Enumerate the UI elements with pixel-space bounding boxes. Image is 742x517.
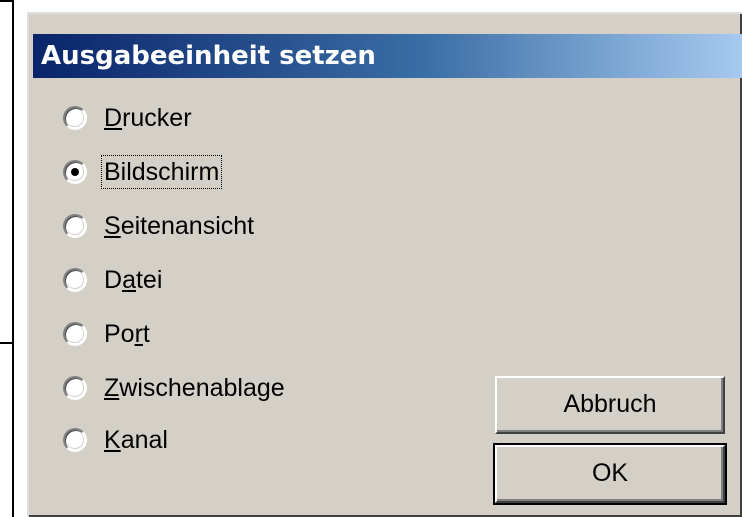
option-label[interactable]: Bildschirm [100, 155, 223, 189]
label-part: t [142, 320, 150, 348]
label-mnemonic: K [104, 426, 121, 454]
background-window-border-right [12, 0, 14, 517]
screen: Ausgabeeinheit setzen Drucker Bildschirm… [0, 0, 742, 517]
label-part: eitenansicht [120, 212, 255, 240]
dialog-title-bar[interactable]: Ausgabeeinheit setzen [33, 34, 742, 78]
radio-button[interactable] [63, 428, 87, 452]
label-part: Bildschirm [104, 158, 220, 186]
option-label[interactable]: Datei [102, 264, 164, 296]
label-part: rucker [122, 104, 192, 132]
label-part: anal [120, 426, 168, 454]
option-label[interactable]: Kanal [102, 424, 170, 456]
option-label[interactable]: Port [102, 318, 152, 350]
option-zwischenablage[interactable]: Zwischenablage [63, 368, 287, 408]
option-kanal[interactable]: Kanal [63, 420, 170, 460]
option-port[interactable]: Port [63, 314, 152, 354]
label-part: tei [135, 266, 163, 294]
option-bildschirm[interactable]: Bildschirm [63, 152, 223, 192]
radio-button-selected[interactable] [63, 160, 87, 184]
radio-button[interactable] [63, 322, 87, 346]
radio-dot [71, 168, 79, 176]
ok-button[interactable]: OK [493, 443, 727, 505]
radio-button[interactable] [63, 376, 87, 400]
label-part: wischenablage [119, 374, 285, 402]
background-window-edge [0, 0, 14, 517]
radio-button[interactable] [63, 214, 87, 238]
label-mnemonic: a [122, 266, 136, 294]
cancel-button[interactable]: Abbruch [495, 376, 725, 434]
option-label[interactable]: Seitenansicht [102, 210, 256, 242]
option-seitenansicht[interactable]: Seitenansicht [63, 206, 256, 246]
option-drucker[interactable]: Drucker [63, 98, 194, 138]
label-mnemonic: r [134, 320, 143, 348]
label-part: Po [104, 320, 135, 348]
dialog-title: Ausgabeeinheit setzen [41, 41, 376, 71]
background-window-divider [0, 342, 14, 344]
option-label[interactable]: Zwischenablage [102, 372, 287, 404]
radio-button[interactable] [63, 106, 87, 130]
label-part: D [104, 266, 123, 294]
option-label[interactable]: Drucker [102, 102, 194, 134]
option-datei[interactable]: Datei [63, 260, 164, 300]
label-mnemonic: Z [104, 374, 120, 402]
radio-button[interactable] [63, 268, 87, 292]
label-mnemonic: D [104, 104, 123, 132]
label-mnemonic: S [104, 212, 121, 240]
output-device-dialog: Ausgabeeinheit setzen Drucker Bildschirm… [27, 12, 742, 517]
